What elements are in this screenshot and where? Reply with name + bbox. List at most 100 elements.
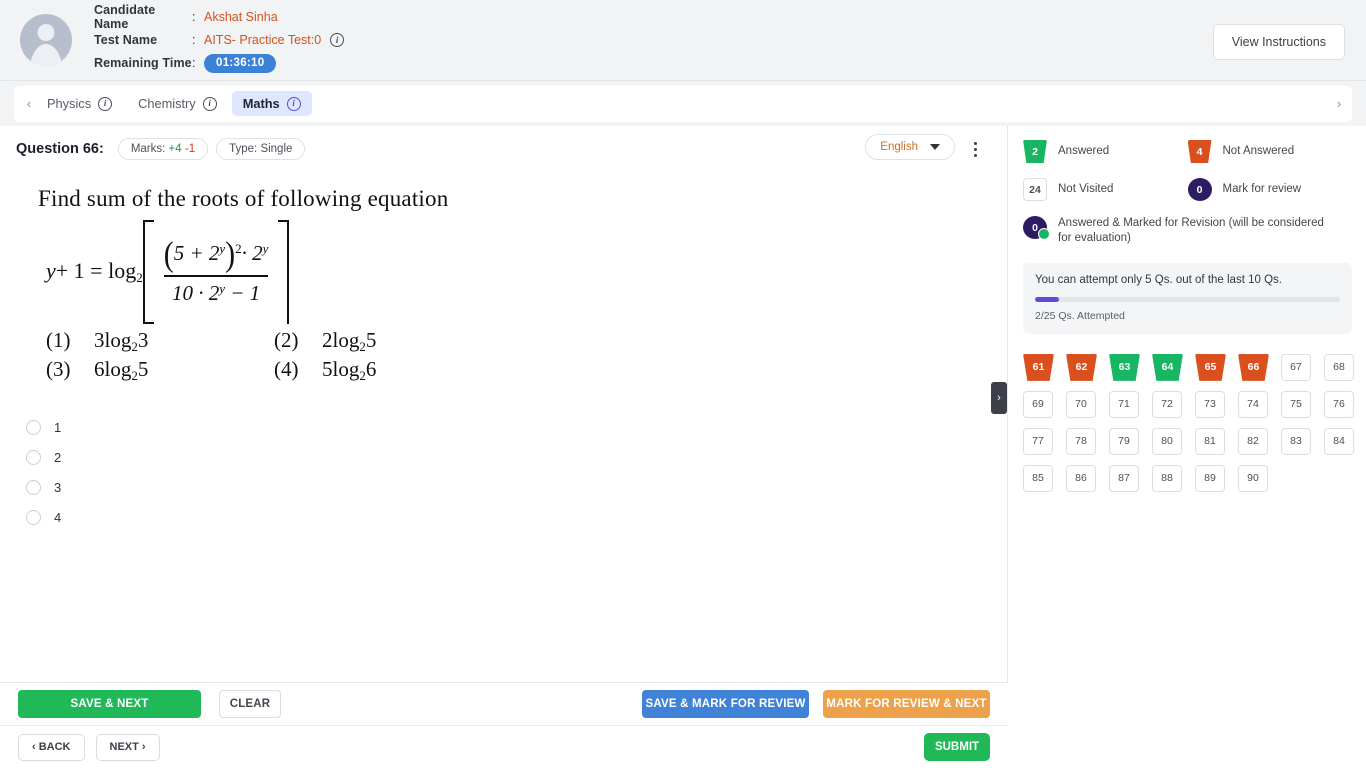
save-and-next-button[interactable]: SAVE & NEXT: [18, 690, 201, 718]
mark-for-review-badge: 0: [1187, 178, 1212, 201]
question-body: Find sum of the roots of following equat…: [0, 172, 1007, 532]
question-number-65[interactable]: 65: [1195, 353, 1226, 381]
clear-button[interactable]: CLEAR: [219, 690, 281, 718]
question-number-84[interactable]: 84: [1324, 427, 1354, 455]
tab-maths[interactable]: Maths i: [231, 91, 312, 116]
legend-not-answered-label: Not Answered: [1222, 145, 1295, 158]
question-number-66[interactable]: 66: [1238, 353, 1269, 381]
language-select[interactable]: English: [865, 134, 955, 160]
image-option-1-text: 3log23: [94, 328, 274, 355]
question-number-73[interactable]: 73: [1195, 390, 1225, 418]
question-number-67[interactable]: 67: [1281, 353, 1311, 381]
question-number-75[interactable]: 75: [1281, 390, 1311, 418]
chemistry-info-icon[interactable]: i: [202, 96, 217, 111]
question-number-81[interactable]: 81: [1195, 427, 1225, 455]
bracket-right: [276, 220, 289, 324]
question-number-83[interactable]: 83: [1281, 427, 1311, 455]
type-label: Type:: [229, 143, 258, 155]
question-number-64[interactable]: 64: [1152, 353, 1183, 381]
choice-option-4[interactable]: 4: [26, 502, 1007, 532]
candidate-name-row: Candidate Name : Akshat Sinha: [94, 3, 344, 31]
legend-answered-label: Answered: [1058, 145, 1110, 158]
opt4-base: 5log: [322, 357, 360, 381]
radio-button-2[interactable]: [26, 449, 41, 465]
question-number-grid: 61 62 63 64 65 66 67 68 69 70 71 72 73 74 75 76 77 78 79 80…: [1023, 353, 1354, 492]
opt3-base: 6log: [94, 357, 132, 381]
legend-answered-marked: 0 Answered & Marked for Revision (will b…: [1023, 216, 1352, 246]
view-instructions-button[interactable]: View Instructions: [1212, 24, 1345, 60]
den-10dot2: 10 · 2: [171, 280, 220, 305]
question-number-61[interactable]: 61: [1023, 353, 1054, 381]
image-option-4-text: 5log26: [322, 357, 502, 384]
choice-option-3[interactable]: 3: [26, 472, 1007, 502]
radio-button-4[interactable]: [26, 509, 41, 525]
question-number-87[interactable]: 87: [1109, 464, 1139, 492]
submit-button[interactable]: SUBMIT: [924, 733, 990, 761]
tab-chemistry-label: Chemistry: [138, 96, 196, 111]
remaining-time-label: Remaining Time: [94, 56, 192, 70]
legend-mark-for-review: 0 Mark for review: [1187, 178, 1353, 201]
question-number-68[interactable]: 68: [1324, 353, 1354, 381]
choice-option-1[interactable]: 1: [26, 412, 1007, 442]
save-and-mark-for-review-button[interactable]: SAVE & MARK FOR REVIEW: [642, 690, 809, 718]
question-number-88[interactable]: 88: [1152, 464, 1182, 492]
legend-not-answered: 4 Not Answered: [1187, 140, 1353, 163]
question-number-89[interactable]: 89: [1195, 464, 1225, 492]
eq-plus-one: + 1 =: [55, 258, 103, 283]
choice-option-2[interactable]: 2: [26, 442, 1007, 472]
question-number-80[interactable]: 80: [1152, 427, 1182, 455]
question-number-85[interactable]: 85: [1023, 464, 1053, 492]
eq-log: log: [108, 258, 137, 283]
candidate-name-label: Candidate Name: [94, 3, 156, 31]
opt3-tail: 5: [137, 357, 149, 381]
question-number-86[interactable]: 86: [1066, 464, 1096, 492]
question-number-77[interactable]: 77: [1023, 427, 1053, 455]
test-info-icon[interactable]: i: [330, 33, 345, 47]
question-number-76[interactable]: 76: [1324, 390, 1354, 418]
chevron-right-icon[interactable]: ›: [1332, 96, 1346, 111]
action-bar: SAVE & NEXT CLEAR SAVE & MARK FOR REVIEW…: [0, 682, 1008, 725]
radio-button-1[interactable]: [26, 419, 41, 435]
paren-open: (: [163, 235, 174, 274]
eq-var-y: y: [46, 258, 56, 283]
num-5plus2: 5 + 2: [173, 241, 220, 266]
legend-answered-marked-label: Answered & Marked for Revision (will be …: [1058, 217, 1324, 244]
tab-physics[interactable]: Physics i: [36, 91, 123, 116]
question-number-78[interactable]: 78: [1066, 427, 1096, 455]
question-number-71[interactable]: 71: [1109, 390, 1139, 418]
choice-label-2: 2: [54, 449, 62, 465]
sidebar-collapse-handle[interactable]: ›: [991, 382, 1007, 414]
question-number-63[interactable]: 63: [1109, 353, 1140, 381]
tab-chemistry[interactable]: Chemistry i: [127, 91, 228, 116]
next-button[interactable]: NEXT ›: [95, 733, 160, 761]
radio-button-3[interactable]: [26, 479, 41, 495]
question-number-82[interactable]: 82: [1238, 427, 1268, 455]
chevron-left-icon[interactable]: ‹: [22, 96, 36, 111]
tab-physics-label: Physics: [47, 96, 92, 111]
legend-answered: 2 Answered: [1023, 140, 1188, 163]
tab-maths-label: Maths: [242, 96, 280, 111]
physics-info-icon[interactable]: i: [98, 96, 113, 111]
mark-for-review-and-next-button[interactable]: MARK FOR REVIEW & NEXT: [823, 690, 990, 718]
question-number-74[interactable]: 74: [1238, 390, 1268, 418]
subject-tabbar: ‹ Physics i Chemistry i Maths i ›: [0, 81, 1366, 126]
candidate-info: Candidate Name : Akshat Sinha Test Name …: [94, 3, 345, 75]
question-number-79[interactable]: 79: [1109, 427, 1139, 455]
question-number-70[interactable]: 70: [1066, 390, 1096, 418]
question-number-72[interactable]: 72: [1152, 390, 1182, 418]
status-legend: 2 Answered 4 Not Answered 24 Not Visited…: [1023, 140, 1352, 261]
more-options-icon[interactable]: [970, 138, 981, 161]
question-number-90[interactable]: 90: [1238, 464, 1268, 492]
question-number-62[interactable]: 62: [1066, 353, 1097, 381]
answered-badge: 2: [1023, 140, 1047, 163]
avatar-body: [29, 44, 63, 66]
opt1-tail: 3: [137, 328, 149, 352]
image-option-2-num: (2): [274, 328, 299, 352]
num-dot2-exp: y: [262, 241, 269, 257]
maths-info-icon[interactable]: i: [286, 96, 301, 111]
opt2-tail: 5: [365, 328, 377, 352]
test-name-value: AITS- Practice Test:0: [204, 33, 322, 47]
back-button[interactable]: ‹ BACK: [18, 733, 85, 761]
equation-lhs: y+ 1 = log2: [46, 258, 143, 286]
question-number-69[interactable]: 69: [1023, 390, 1053, 418]
